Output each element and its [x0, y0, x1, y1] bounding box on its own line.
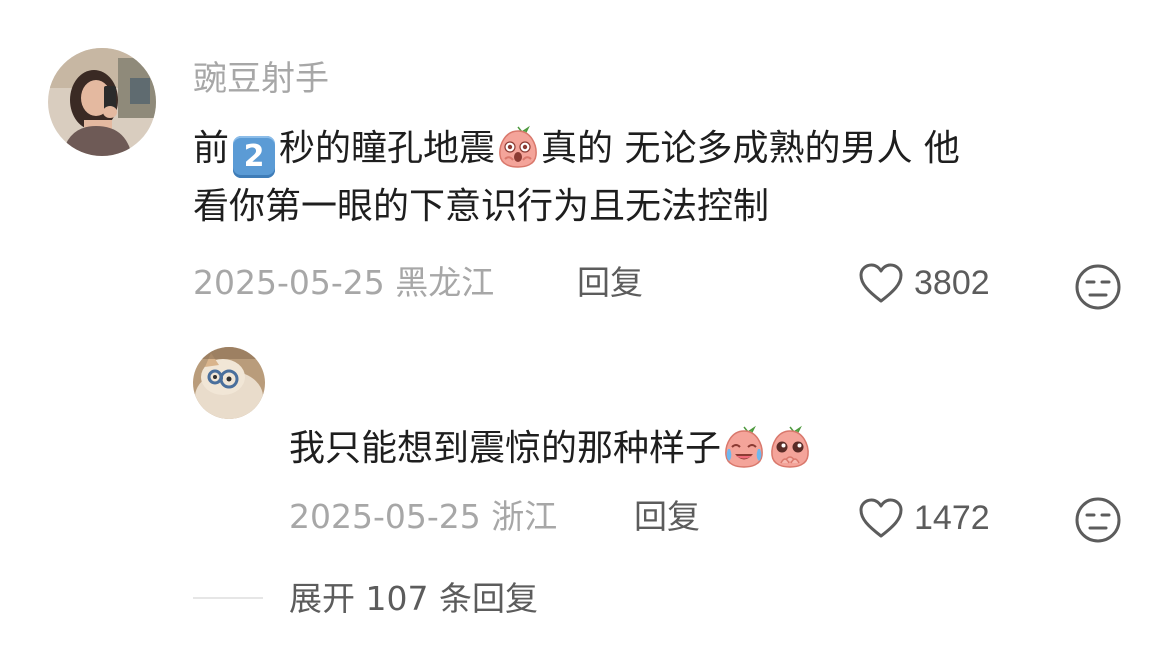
- reply-text: 我只能想到震惊的那种样子: [289, 420, 813, 478]
- reply-user-avatar[interactable]: [193, 347, 265, 419]
- comment-text: 前 2 秒的瞳孔地震 真的 无论多成熟的男人 他 看你第一眼的下意识行为且无法控制: [193, 120, 960, 236]
- reply-like-count: 1472: [914, 499, 990, 537]
- username[interactable]: 豌豆射手: [193, 62, 329, 96]
- keycap-digit-emoji: 2: [233, 136, 276, 178]
- unamused-face-icon[interactable]: [1074, 496, 1122, 544]
- unamused-face-icon[interactable]: [1074, 263, 1122, 311]
- peach-crying-laugh-emoji: [721, 423, 767, 469]
- comment-date-location: 2025-05-25 黑龙江: [193, 263, 495, 302]
- like-count: 3802: [914, 264, 990, 302]
- reply-date-location: 2025-05-25 浙江: [289, 497, 558, 536]
- like-button[interactable]: 3802: [858, 262, 990, 304]
- user-avatar[interactable]: [48, 48, 156, 156]
- heart-outline-icon: [858, 262, 904, 304]
- reply-button[interactable]: 回复: [577, 266, 643, 299]
- peach-shocked-emoji: [495, 123, 541, 169]
- heart-outline-icon: [858, 497, 904, 539]
- comment-thread: 豌豆射手 前 2 秒的瞳孔地震 真的 无论多成熟的男人 他 看你第一眼的下意识行为且…: [0, 0, 1170, 671]
- peach-pleading-emoji: [767, 423, 813, 469]
- reply-to-reply-button[interactable]: 回复: [634, 500, 700, 533]
- expand-replies-button[interactable]: 展开 107 条回复: [289, 582, 538, 615]
- reply-like-button[interactable]: 1472: [858, 497, 990, 539]
- expand-divider: [193, 597, 263, 599]
